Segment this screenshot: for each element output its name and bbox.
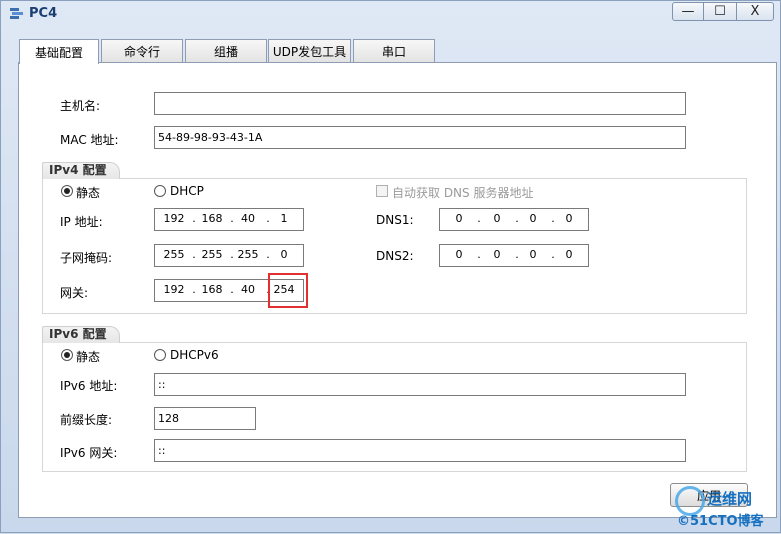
ipv6-address-input[interactable]: :: bbox=[154, 373, 686, 396]
dns1-input[interactable]: 0. 0. 0. 0 bbox=[439, 208, 589, 231]
gateway-highlight-box bbox=[268, 273, 308, 308]
mac-input[interactable]: 54-89-98-93-43-1A bbox=[154, 126, 686, 149]
minimize-button[interactable]: — bbox=[672, 2, 704, 21]
ipv6-address-label: IPv6 地址: bbox=[60, 379, 118, 393]
maximize-icon: ☐ bbox=[714, 4, 726, 19]
subnet-mask-input[interactable]: 255. 255. 255. 0 bbox=[154, 244, 304, 267]
gateway-label: 网关: bbox=[60, 286, 89, 300]
ipv4-group-title: IPv4 配置 bbox=[42, 162, 120, 179]
close-icon: X bbox=[750, 4, 760, 19]
ipv6-dhcp-label: DHCPv6 bbox=[170, 348, 219, 362]
watermark-text: 运维网 bbox=[707, 490, 753, 508]
gw-octet-2: 168 bbox=[201, 283, 223, 296]
title-bar[interactable]: PC4 — ☐ X bbox=[1, 1, 780, 27]
dns1-octet-2: 0 bbox=[493, 212, 501, 225]
window-title: PC4 bbox=[29, 6, 58, 21]
close-button[interactable]: X bbox=[736, 2, 774, 21]
prefix-length-label: 前缀长度: bbox=[60, 413, 113, 427]
ip-address-input[interactable]: 192. 168. 40. 1 bbox=[154, 208, 304, 231]
watermark-subtext: ©51CTO博客 bbox=[677, 514, 764, 529]
dns2-octet-3: 0 bbox=[529, 248, 537, 261]
mask-octet-4: 0 bbox=[280, 248, 288, 261]
dns1-label: DNS1: bbox=[376, 213, 414, 227]
ipv4-static-label: 静态 bbox=[76, 186, 101, 200]
gw-octet-3: 40 bbox=[241, 283, 255, 296]
mask-octet-1: 255 bbox=[163, 248, 185, 261]
mask-octet-3: 255 bbox=[237, 248, 259, 261]
auto-dns-checkbox[interactable] bbox=[376, 185, 388, 197]
ipv6-group-title: IPv6 配置 bbox=[42, 326, 120, 343]
ipv6-gateway-label: IPv6 网关: bbox=[60, 446, 118, 460]
ipv4-static-radio[interactable] bbox=[61, 185, 73, 197]
dns1-octet-3: 0 bbox=[529, 212, 537, 225]
dns2-label: DNS2: bbox=[376, 249, 414, 263]
tab-serial[interactable]: 串口 bbox=[353, 39, 435, 63]
dns2-octet-2: 0 bbox=[493, 248, 501, 261]
ip-octet-2: 168 bbox=[201, 212, 223, 225]
subnet-mask-label: 子网掩码: bbox=[60, 251, 113, 265]
ipv6-static-label: 静态 bbox=[76, 350, 101, 364]
maximize-button[interactable]: ☐ bbox=[703, 2, 737, 21]
dns1-octet-1: 0 bbox=[455, 212, 463, 225]
tab-basic-config[interactable]: 基础配置 bbox=[19, 39, 99, 64]
dns2-octet-4: 0 bbox=[565, 248, 573, 261]
watermark: 运维网 ©51CTO博客 bbox=[669, 482, 781, 534]
ipv4-dhcp-radio[interactable] bbox=[154, 185, 166, 197]
tab-multicast[interactable]: 组播 bbox=[185, 39, 267, 63]
mask-octet-2: 255 bbox=[201, 248, 223, 261]
tab-udp-tool[interactable]: UDP发包工具 bbox=[268, 39, 351, 63]
tab-command-line[interactable]: 命令行 bbox=[101, 39, 183, 63]
dns2-input[interactable]: 0. 0. 0. 0 bbox=[439, 244, 589, 267]
ipv4-dhcp-label: DHCP bbox=[170, 184, 204, 198]
basic-config-panel: 主机名: MAC 地址: 54-89-98-93-43-1A IPv4 配置 静… bbox=[18, 62, 777, 518]
prefix-length-input[interactable]: 128 bbox=[154, 407, 256, 430]
ip-octet-4: 1 bbox=[280, 212, 288, 225]
ip-octet-3: 40 bbox=[241, 212, 255, 225]
hostname-label: 主机名: bbox=[60, 99, 101, 113]
auto-dns-label: 自动获取 DNS 服务器地址 bbox=[392, 186, 534, 200]
ipv6-static-radio[interactable] bbox=[61, 349, 73, 361]
minimize-icon: — bbox=[681, 4, 695, 19]
ipv6-gateway-input[interactable]: :: bbox=[154, 439, 686, 462]
gw-octet-1: 192 bbox=[163, 283, 185, 296]
pc-app-icon bbox=[10, 8, 23, 19]
ip-octet-1: 192 bbox=[163, 212, 185, 225]
dns1-octet-4: 0 bbox=[565, 212, 573, 225]
mac-label: MAC 地址: bbox=[60, 133, 119, 147]
hostname-input[interactable] bbox=[154, 92, 686, 115]
ipv6-dhcp-radio[interactable] bbox=[154, 349, 166, 361]
pc4-window: PC4 — ☐ X 基础配置 命令行 组播 UDP发包工具 串口 主机名: MA… bbox=[0, 0, 781, 533]
dns2-octet-1: 0 bbox=[455, 248, 463, 261]
ip-address-label: IP 地址: bbox=[60, 215, 103, 229]
